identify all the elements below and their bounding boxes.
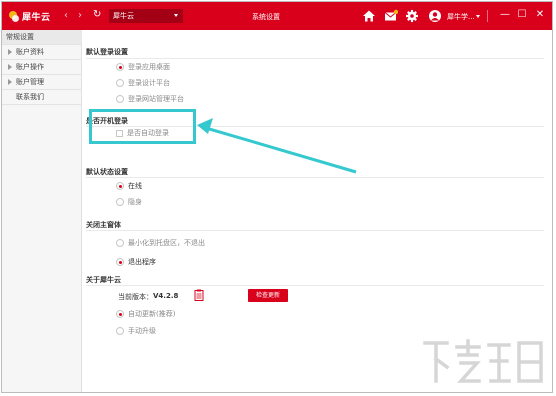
section-title-default-login: 默认登录设置 bbox=[86, 48, 128, 56]
username[interactable]: 犀牛学... bbox=[447, 12, 475, 22]
option-label: 登录设计平台 bbox=[128, 79, 170, 87]
option-label: 退出程序 bbox=[128, 258, 156, 266]
version-label: 当前版本： bbox=[118, 293, 153, 301]
version-value: V4.2.8 bbox=[153, 292, 179, 300]
app-logo: 犀牛云 bbox=[8, 9, 51, 23]
radio-button[interactable] bbox=[116, 95, 124, 103]
divider bbox=[86, 230, 544, 231]
option-label: 隐身 bbox=[128, 198, 142, 206]
home-icon[interactable] bbox=[362, 9, 376, 23]
sidebar-item-account-management[interactable]: 账户管理 bbox=[2, 75, 82, 90]
sidebar-item-label: 联系我们 bbox=[16, 93, 44, 101]
chevron-right-icon bbox=[8, 64, 12, 70]
section-title-default-status: 默认状态设置 bbox=[86, 168, 128, 176]
address-dropdown[interactable]: 犀牛云 bbox=[109, 9, 183, 23]
chevron-right-icon bbox=[8, 79, 12, 85]
gear-icon[interactable] bbox=[405, 9, 419, 23]
sidebar-item-label: 账户资料 bbox=[16, 48, 44, 56]
refresh-button[interactable]: ↻ bbox=[93, 9, 101, 21]
option-label: 自动更新(推荐) bbox=[128, 310, 176, 318]
radio-status-online[interactable]: 在线 bbox=[116, 181, 142, 191]
user-icon[interactable] bbox=[428, 9, 442, 23]
section-title-close-main: 关闭主窗体 bbox=[86, 221, 121, 229]
radio-button[interactable] bbox=[116, 198, 124, 206]
radio-minimize-to-tray[interactable]: 最小化到托盘区，不退出 bbox=[116, 238, 205, 248]
watermark-logo bbox=[423, 339, 543, 383]
sidebar-item-general-settings[interactable]: 常规设置 bbox=[2, 30, 82, 45]
mail-icon[interactable] bbox=[384, 9, 398, 23]
divider bbox=[86, 285, 544, 286]
sidebar-item-label: 账户管理 bbox=[16, 78, 44, 86]
sidebar-item-contact-us[interactable]: 联系我们 bbox=[2, 90, 82, 105]
check-update-button[interactable]: 检查更新 bbox=[248, 289, 288, 302]
title-bar: 犀牛云 ‹ › ↻ 犀牛云 系统设置 犀牛学... — ☐ ✕ bbox=[2, 2, 552, 30]
radio-status-invisible[interactable]: 隐身 bbox=[116, 197, 142, 207]
radio-manual-update[interactable]: 手动升级 bbox=[116, 326, 156, 336]
sidebar-item-label: 常规设置 bbox=[6, 33, 34, 41]
title-divider bbox=[487, 10, 488, 22]
close-button[interactable]: ✕ bbox=[534, 9, 546, 21]
rhino-logo-icon bbox=[8, 10, 20, 23]
radio-exit-program[interactable]: 退出程序 bbox=[116, 257, 156, 267]
chevron-right-icon bbox=[8, 49, 12, 55]
radio-login-design-platform[interactable]: 登录设计平台 bbox=[116, 78, 170, 88]
window-title: 系统设置 bbox=[252, 13, 280, 21]
radio-button[interactable] bbox=[116, 239, 124, 247]
option-label: 最小化到托盘区，不退出 bbox=[128, 239, 205, 247]
radio-button[interactable] bbox=[116, 258, 124, 266]
radio-login-site-admin[interactable]: 登录网站管理平台 bbox=[116, 94, 184, 104]
radio-button[interactable] bbox=[116, 327, 124, 335]
sidebar-item-label: 账户操作 bbox=[16, 63, 44, 71]
radio-button[interactable] bbox=[116, 79, 124, 87]
chevron-down-icon[interactable] bbox=[476, 15, 480, 18]
chevron-down-icon bbox=[174, 14, 178, 17]
radio-button[interactable] bbox=[116, 63, 124, 71]
option-label: 登录网站管理平台 bbox=[128, 95, 184, 103]
section-title-about: 关于犀牛云 bbox=[86, 276, 121, 284]
option-label: 在线 bbox=[128, 182, 142, 190]
logo-text: 犀牛云 bbox=[22, 12, 51, 23]
option-label: 登录应用桌面 bbox=[128, 63, 170, 71]
radio-login-desktop[interactable]: 登录应用桌面 bbox=[116, 62, 170, 72]
annotation-highlight-box bbox=[89, 109, 196, 144]
sidebar: 常规设置 账户资料 账户操作 账户管理 联系我们 bbox=[2, 30, 82, 392]
sidebar-item-account-info[interactable]: 账户资料 bbox=[2, 45, 82, 60]
option-label: 手动升级 bbox=[128, 327, 156, 335]
radio-button[interactable] bbox=[116, 310, 124, 318]
settings-window: 犀牛云 ‹ › ↻ 犀牛云 系统设置 犀牛学... — ☐ ✕ 常规设置 账户资… bbox=[1, 1, 553, 393]
forward-button[interactable]: › bbox=[78, 10, 82, 22]
radio-button[interactable] bbox=[116, 182, 124, 190]
maximize-button[interactable]: ☐ bbox=[516, 9, 528, 21]
divider bbox=[86, 58, 544, 59]
address-text: 犀牛云 bbox=[113, 12, 134, 20]
back-button[interactable]: ‹ bbox=[64, 10, 68, 22]
sidebar-item-account-operations[interactable]: 账户操作 bbox=[2, 60, 82, 75]
divider bbox=[86, 177, 544, 178]
minimize-button[interactable]: — bbox=[499, 9, 511, 21]
clipboard-icon[interactable] bbox=[194, 289, 204, 301]
radio-auto-update[interactable]: 自动更新(推荐) bbox=[116, 309, 175, 319]
